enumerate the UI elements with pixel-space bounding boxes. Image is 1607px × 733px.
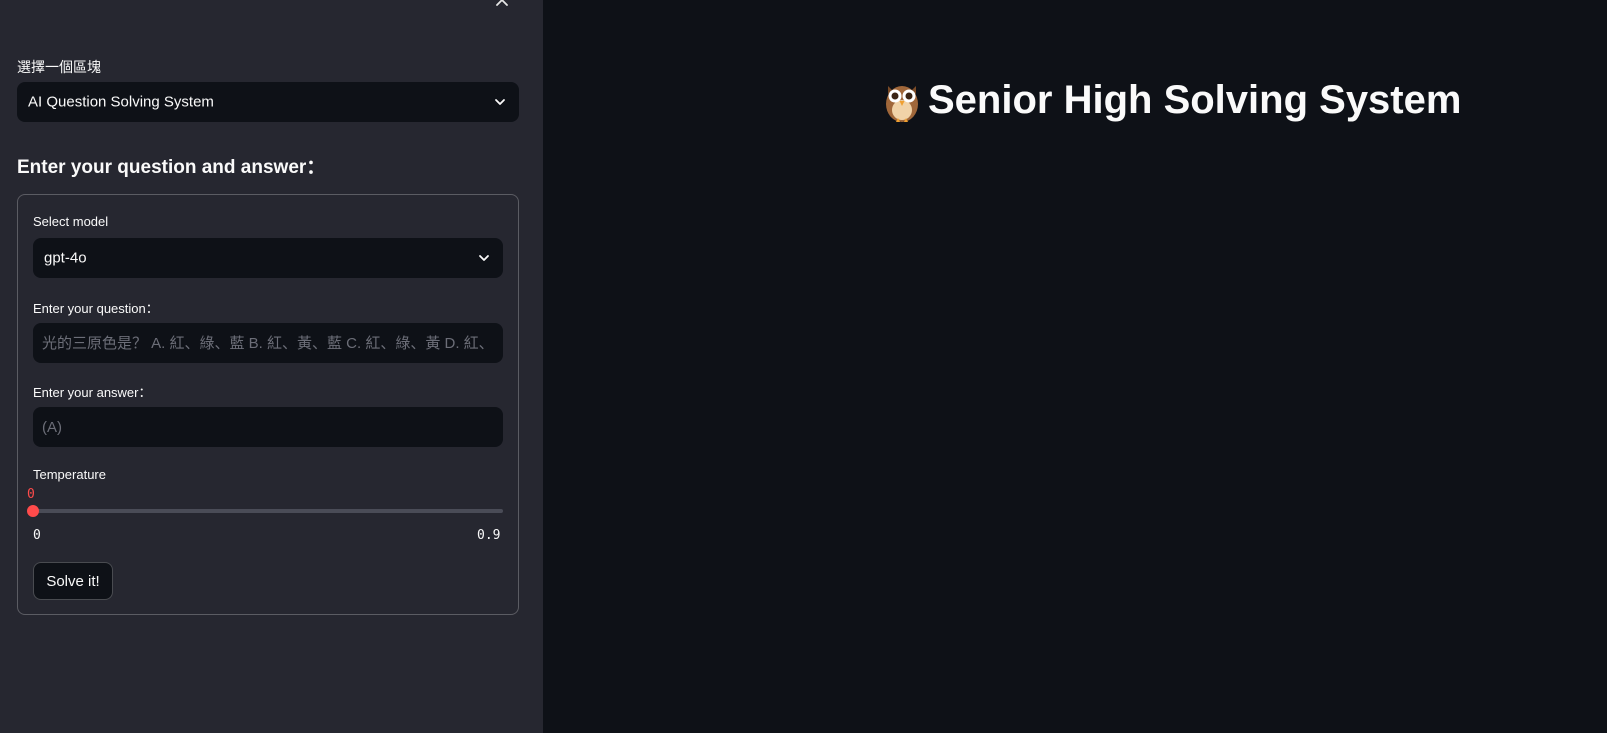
- answer-label: Enter your answer：: [33, 385, 152, 400]
- temperature-label: Temperature: [33, 467, 106, 482]
- page-title-text: Senior High Solving System: [928, 77, 1462, 122]
- question-input[interactable]: [33, 323, 503, 363]
- temperature-max: 0.9: [477, 528, 501, 543]
- region-select[interactable]: AI Question Solving System: [17, 82, 519, 122]
- close-icon[interactable]: [492, 0, 512, 10]
- temperature-slider-track[interactable]: [33, 509, 503, 513]
- page-title: Senior High Solving System: [880, 76, 1461, 124]
- section-heading: Enter your question and answer：: [17, 157, 326, 178]
- app-root: 選擇一個區塊 AI Question Solving System Enter …: [0, 0, 1607, 733]
- chevron-down-icon: [479, 255, 489, 261]
- question-label: Enter your question：: [33, 301, 159, 316]
- model-select-label: Select model: [33, 214, 109, 229]
- model-select-value: gpt-4o: [44, 249, 87, 267]
- temperature-slider-thumb[interactable]: [27, 505, 39, 517]
- chevron-down-icon: [495, 99, 505, 105]
- temperature-min: 0: [33, 528, 41, 543]
- region-select-value: AI Question Solving System: [28, 93, 214, 111]
- model-select[interactable]: gpt-4o: [33, 238, 503, 278]
- owl-icon: [886, 86, 918, 122]
- sidebar: 選擇一個區塊 AI Question Solving System Enter …: [0, 0, 543, 733]
- solve-button[interactable]: Solve it!: [33, 562, 113, 600]
- answer-input[interactable]: [33, 407, 503, 447]
- region-select-label: 選擇一個區塊: [17, 59, 101, 75]
- temperature-current-value: 0: [27, 487, 35, 502]
